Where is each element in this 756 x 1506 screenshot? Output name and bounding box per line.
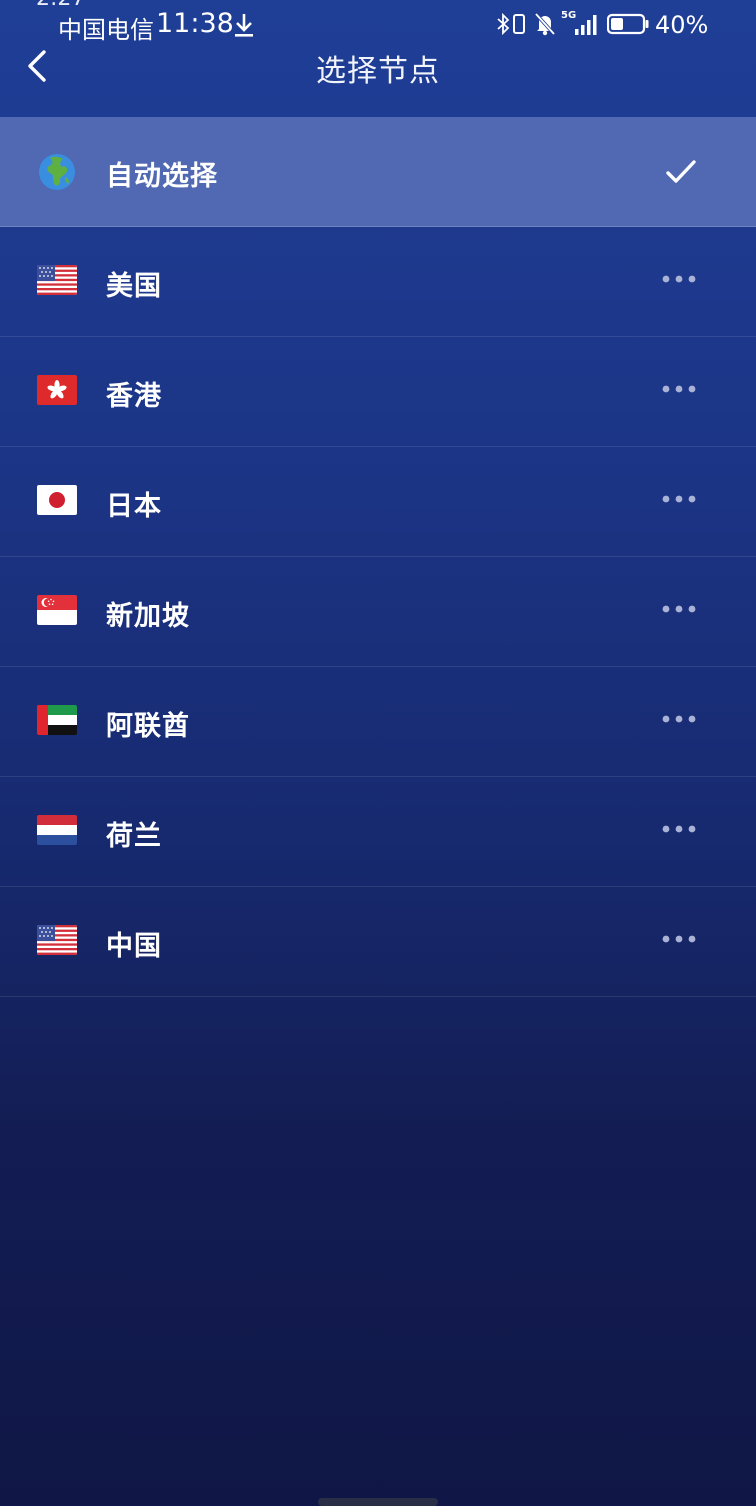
node-item-sg[interactable]: 新加坡	[0, 557, 756, 667]
more-options-icon[interactable]	[660, 493, 698, 505]
nav-header: 选择节点	[0, 40, 756, 118]
node-item-auto[interactable]: 自动选择	[0, 117, 756, 227]
more-options-icon[interactable]	[660, 603, 698, 615]
download-icon	[235, 14, 253, 37]
node-label: 新加坡	[106, 601, 190, 632]
battery-percent: 40%	[655, 11, 709, 39]
flag-sg-icon	[37, 595, 77, 625]
more-options-icon[interactable]	[660, 933, 698, 945]
node-selection-screen: 2:27 中国电信 11:38 5G	[0, 0, 756, 1506]
flag-nl-icon	[37, 815, 77, 845]
node-label: 美国	[106, 271, 162, 302]
node-label: 荷兰	[106, 821, 162, 852]
home-indicator	[318, 1498, 438, 1506]
node-label: 日本	[106, 491, 162, 522]
node-list: 自动选择 美国 香港 日本 新加坡 阿联酋 荷兰 中国	[0, 117, 756, 997]
vibrate-icon	[513, 14, 525, 34]
more-options-icon[interactable]	[660, 383, 698, 395]
node-item-us[interactable]: 美国	[0, 227, 756, 337]
node-item-hk[interactable]: 香港	[0, 337, 756, 447]
node-label: 香港	[106, 381, 162, 412]
signal-icon	[575, 15, 597, 35]
status-time: 11:38	[156, 8, 234, 39]
battery-icon	[607, 13, 649, 35]
mute-bell-icon	[534, 12, 556, 36]
check-icon	[666, 160, 696, 183]
node-item-nl[interactable]: 荷兰	[0, 777, 756, 887]
node-label: 自动选择	[106, 161, 218, 192]
flag-us-icon	[37, 265, 77, 295]
node-item-jp[interactable]: 日本	[0, 447, 756, 557]
flag-ae-icon	[37, 705, 77, 735]
globe-icon	[39, 154, 75, 190]
flag-jp-icon	[37, 485, 77, 515]
page-title: 选择节点	[316, 54, 440, 89]
node-label: 阿联酋	[106, 711, 190, 742]
more-options-icon[interactable]	[660, 273, 698, 285]
flag-hk-icon	[37, 375, 77, 405]
more-options-icon[interactable]	[660, 713, 698, 725]
more-options-icon[interactable]	[660, 823, 698, 835]
bluetooth-icon	[497, 12, 510, 36]
node-item-ae[interactable]: 阿联酋	[0, 667, 756, 777]
node-label: 中国	[106, 931, 162, 962]
flag-us-icon	[37, 925, 77, 955]
node-item-cn[interactable]: 中国	[0, 887, 756, 997]
